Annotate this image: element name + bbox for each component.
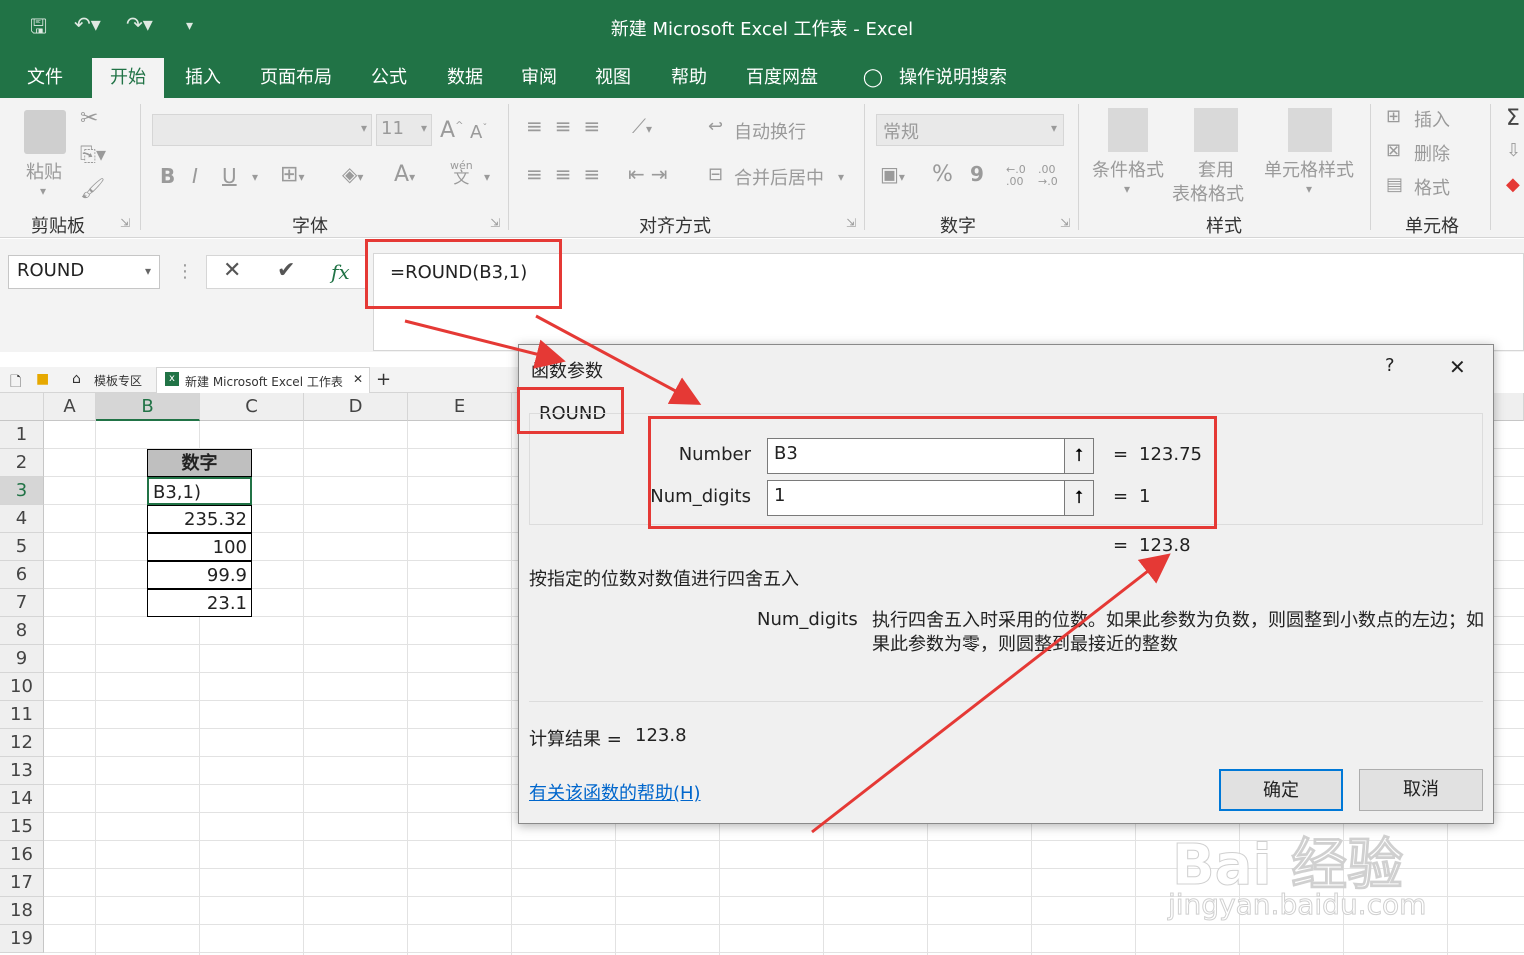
baidu-watermark-url: jingyan.baidu.com [1167, 888, 1427, 922]
arrow-to-result [811, 553, 1171, 834]
arrow-to-dialog-title [404, 319, 566, 369]
annotation-arrows [404, 314, 1171, 834]
